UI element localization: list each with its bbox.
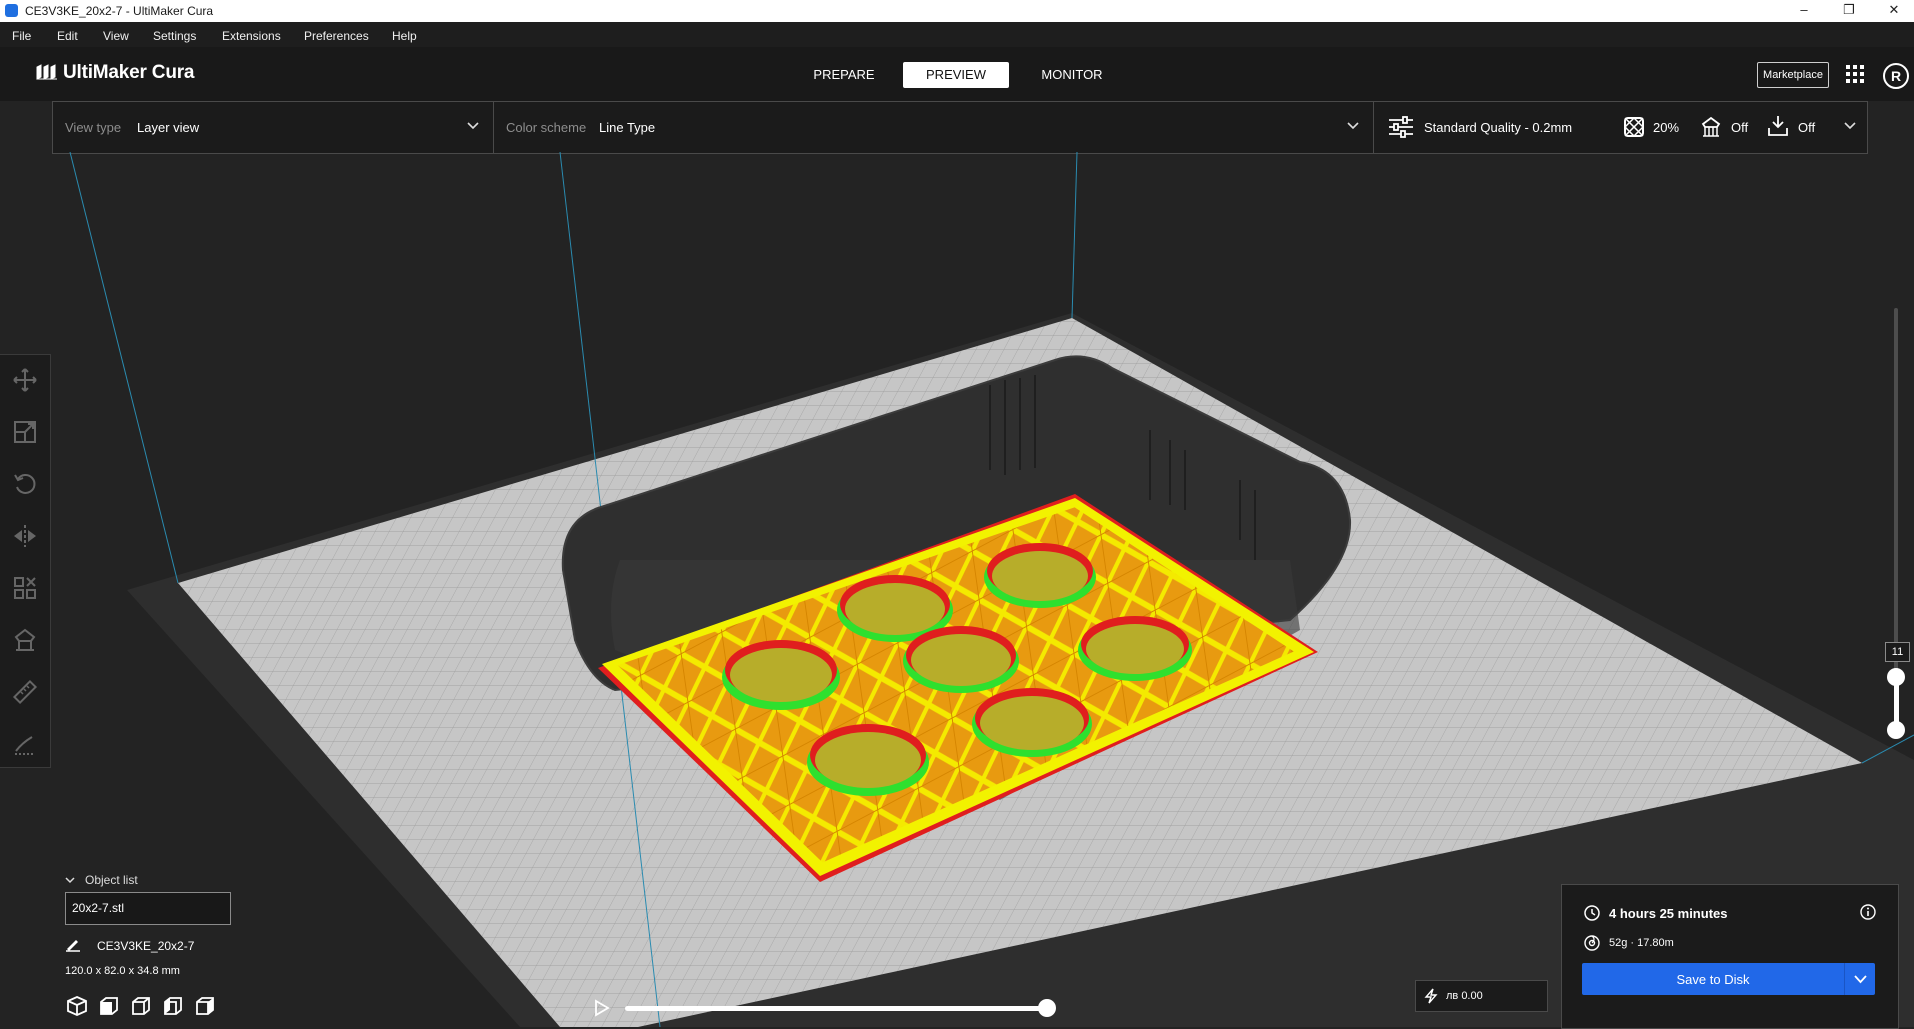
menu-bar: File Edit View Settings Extensions Prefe… [0,22,1914,47]
chevron-down-icon[interactable] [1346,118,1360,132]
color-scheme-select[interactable]: Line Type [599,120,655,135]
header: UltiMaker Cura PREPARE PREVIEW MONITOR M… [0,47,1914,101]
right-view-icon[interactable] [194,995,216,1017]
layer-number[interactable]: 11 [1885,642,1910,662]
job-name[interactable]: CE3V3KE_20x2-7 [97,939,194,953]
minimize-button[interactable]: – [1784,2,1824,20]
layer-slider-lower-handle[interactable] [1887,721,1905,739]
logo: UltiMaker Cura [36,62,194,84]
tab-preview[interactable]: PREVIEW [903,62,1009,88]
account-avatar[interactable]: R [1883,63,1909,89]
app-icon [5,4,18,17]
divider [1373,102,1374,153]
play-icon[interactable] [594,999,610,1017]
3d-view-icon[interactable] [66,995,88,1017]
infill-value: 20% [1653,120,1680,135]
spool-icon [1584,935,1600,951]
marketplace-button[interactable]: Marketplace [1757,62,1829,88]
clock-icon [1584,905,1600,921]
object-list-label: Object list [85,873,138,887]
tool-panel [0,354,51,768]
apps-grid-icon[interactable] [1845,64,1865,84]
per-model-settings-icon[interactable] [12,575,38,601]
save-options-dropdown[interactable] [1844,963,1876,995]
print-summary-panel: 4 hours 25 minutes 52g · 17.80m Save to … [1561,884,1899,1029]
logo-text: UltiMaker Cura [63,62,195,83]
mirror-tool-icon[interactable] [12,523,38,549]
restore-button[interactable]: ❐ [1829,2,1869,20]
move-tool-icon[interactable] [12,367,38,393]
chevron-down-icon [65,877,75,884]
save-to-disk-label: Save to Disk [1676,972,1750,987]
save-to-disk-button[interactable]: Save to Disk [1582,963,1875,995]
quality-profile[interactable]: Standard Quality - 0.2mm [1424,120,1572,135]
print-settings-icon[interactable] [1388,116,1414,138]
adhesion-value: Off [1798,120,1816,135]
rotate-tool-icon[interactable] [12,471,38,497]
tab-monitor[interactable]: MONITOR [1031,62,1113,88]
view-type-label: View type [65,120,122,135]
color-scheme-label: Color scheme [506,120,587,135]
build-volume-edge [1071,152,1078,319]
support-value: Off [1731,120,1749,135]
path-slider-track[interactable] [625,1006,1046,1011]
menu-preferences[interactable]: Preferences [304,29,369,43]
material-usage: 52g · 17.80m [1609,937,1674,949]
chevron-down-icon[interactable] [1843,118,1857,132]
ultimaker-logo-icon [36,64,57,80]
cost-value: лв 0.00 [1446,990,1483,1002]
window-title: CE3V3KE_20x2-7 - UltiMaker Cura [25,4,214,18]
lightning-icon [1424,988,1438,1004]
scale-tool-icon[interactable] [12,419,38,445]
view-type-select[interactable]: Layer view [137,120,199,135]
top-view-icon[interactable] [130,995,152,1017]
object-dimensions: 120.0 x 82.0 x 34.8 mm [65,965,180,977]
path-slider-handle[interactable] [1038,999,1056,1017]
object-list-header[interactable]: Object list [65,873,138,887]
adhesion-icon [1768,116,1788,136]
close-button[interactable]: ✕ [1874,2,1914,20]
build-volume-edge [69,152,179,584]
menu-file[interactable]: File [12,29,31,43]
print-time: 4 hours 25 minutes [1609,906,1728,921]
cost-display: лв 0.00 [1415,980,1548,1012]
support-blocker-icon[interactable] [12,627,38,653]
title-bar: CE3V3KE_20x2-7 - UltiMaker Cura – ❐ ✕ [0,0,1914,22]
menu-edit[interactable]: Edit [57,29,78,43]
front-view-icon[interactable] [98,995,120,1017]
view-settings-panel: View type Layer view Color scheme Line T… [52,101,1868,154]
tab-prepare[interactable]: PREPARE [803,62,885,88]
chevron-down-icon [1854,975,1867,984]
measure-tool-icon[interactable] [12,679,38,705]
menu-extensions[interactable]: Extensions [222,29,281,43]
layer-slider-upper-handle[interactable] [1887,668,1905,686]
chevron-down-icon[interactable] [466,118,480,132]
pencil-icon[interactable] [65,936,81,952]
divider [493,102,494,153]
info-icon[interactable] [1860,904,1876,920]
menu-settings[interactable]: Settings [153,29,196,43]
object-list-item[interactable]: 20x2-7.stl [65,892,231,925]
paint-tool-icon[interactable] [12,731,38,757]
support-icon [1701,116,1721,137]
menu-view[interactable]: View [103,29,129,43]
infill-icon [1624,117,1644,137]
layer-slider-track[interactable] [1894,308,1898,728]
menu-help[interactable]: Help [392,29,417,43]
left-view-icon[interactable] [162,995,184,1017]
